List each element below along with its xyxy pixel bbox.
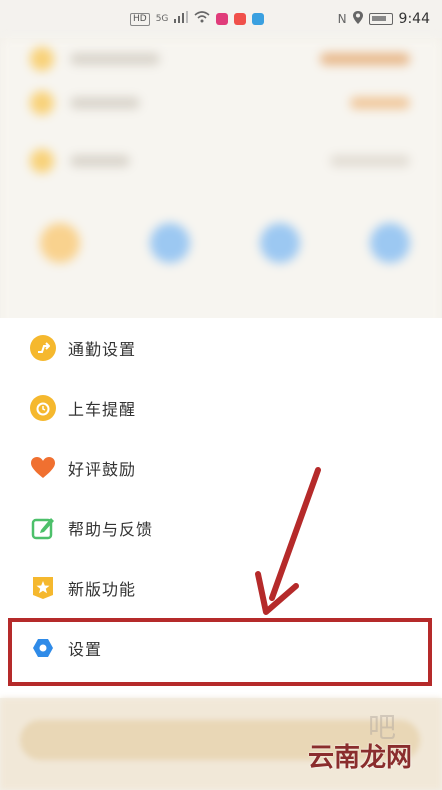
wifi-icon: [194, 11, 210, 27]
video-app-icon: [216, 13, 229, 25]
menu-item-help-feedback[interactable]: 帮助与反馈: [0, 498, 442, 558]
menu-item-whats-new[interactable]: 新版功能: [0, 558, 442, 618]
status-bar: HD 5G N 9:44: [0, 0, 442, 38]
network-5g-indicator: 5G: [155, 14, 169, 24]
location-icon: [352, 10, 363, 28]
menu-item-label: 新版功能: [68, 580, 137, 599]
gallery-app-icon: [252, 13, 265, 25]
status-right: N 9:44: [337, 10, 430, 28]
blurred-icon-row: [40, 223, 410, 263]
menu-item-label: 帮助与反馈: [68, 520, 154, 539]
clock: 9:44: [398, 11, 430, 27]
annotation-highlight-box: [8, 618, 432, 686]
nfc-icon: N: [337, 12, 347, 26]
heart-icon: [30, 455, 56, 481]
signal-icon: [174, 11, 189, 27]
blurred-row: [30, 46, 410, 72]
menu-item-label: 上车提醒: [68, 400, 137, 419]
star-badge-icon: [30, 575, 56, 601]
blurred-row: [30, 148, 410, 174]
menu-item-rate-us[interactable]: 好评鼓励: [0, 438, 442, 498]
status-left: HD 5G: [130, 11, 265, 27]
menu-item-boarding-reminder[interactable]: 上车提醒: [0, 378, 442, 438]
battery-icon: [368, 13, 393, 25]
menu-item-label: 好评鼓励: [68, 460, 137, 479]
menu-item-label: 通勤设置: [68, 340, 137, 359]
menu-item-commute-settings[interactable]: 通勤设置: [0, 318, 442, 378]
blurred-row: [30, 90, 410, 116]
commute-icon: [30, 335, 56, 361]
notification-app-icon: [234, 13, 247, 25]
watermark: 云南龙网: [307, 743, 412, 773]
hd-indicator: HD: [130, 12, 150, 26]
alarm-clock-icon: [30, 395, 56, 421]
blurred-background: [0, 38, 442, 328]
edit-feedback-icon: [30, 515, 56, 541]
